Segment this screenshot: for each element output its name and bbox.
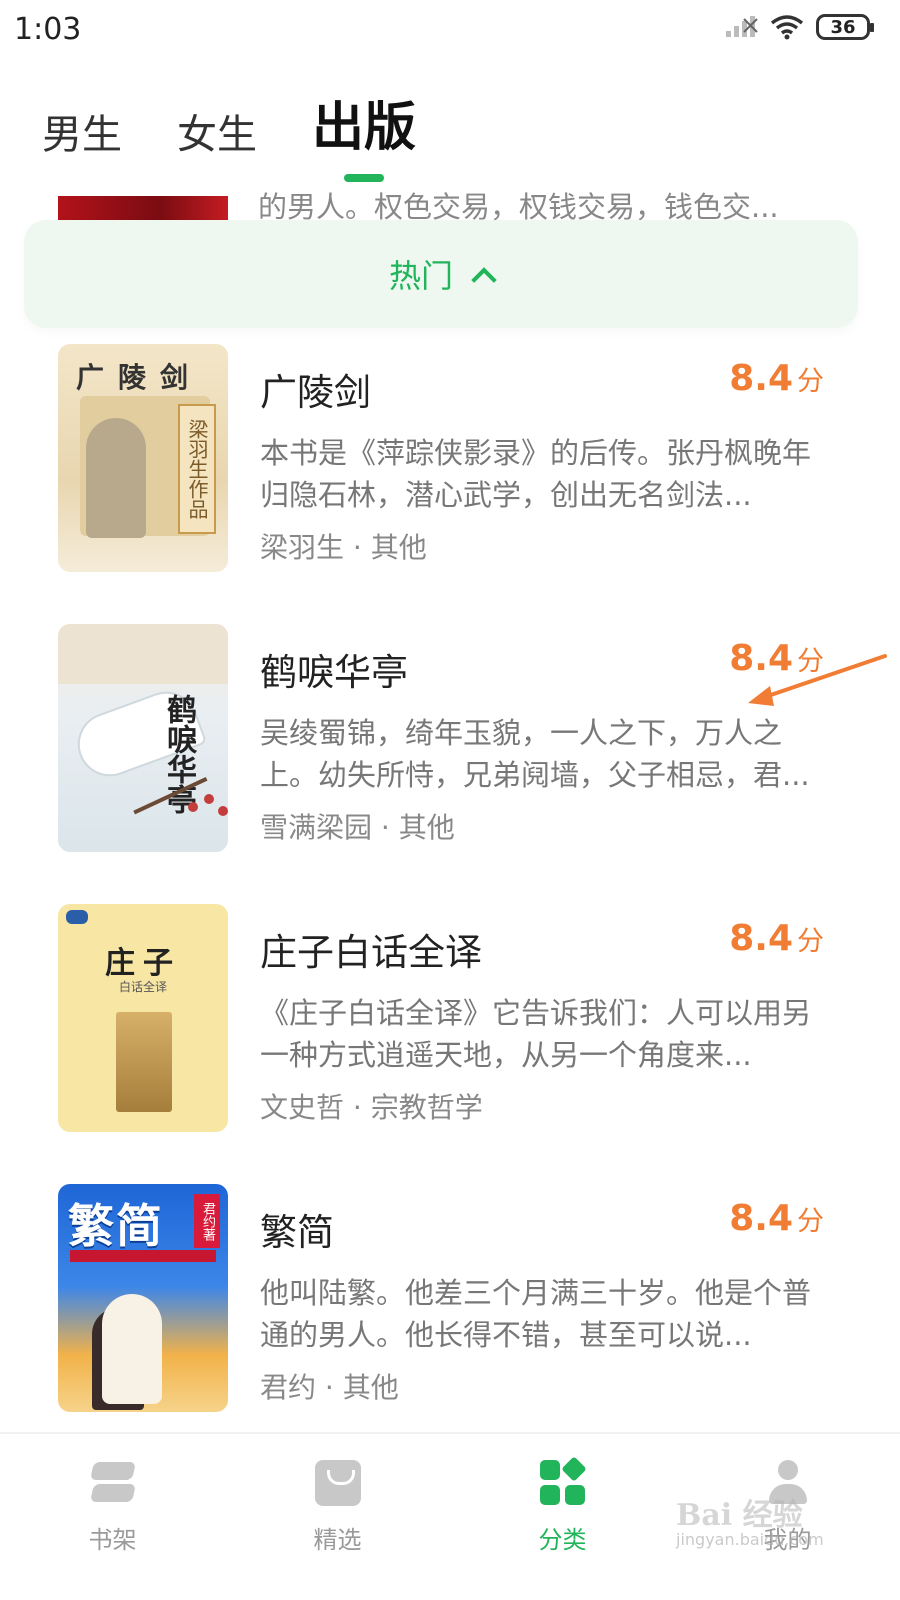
category-grid-icon xyxy=(539,1456,587,1506)
book-list: 广陵剑 梁羽生作品 广陵剑 8.4 分 本书是《萍踪侠影录》的后传。张丹枫晚年归隐… xyxy=(0,344,900,1464)
book-description: 吴绫蜀锦，绮年玉貌，一人之下，万人之上。幼失所恃，兄弟阋墙，父子相忌，君... xyxy=(260,716,810,792)
publisher-logo xyxy=(66,910,88,924)
nav-profile[interactable]: 我的 xyxy=(675,1434,900,1600)
tab-publish[interactable]: 出版 xyxy=(312,85,416,182)
book-description: 本书是《萍踪侠影录》的后传。张丹枫晚年归隐石林，潜心武学，创出无名剑法... xyxy=(260,436,812,512)
nav-featured[interactable]: 精选 xyxy=(225,1434,450,1600)
cover-band xyxy=(58,624,228,684)
book-cover: 繁简 君约著 xyxy=(58,1184,228,1412)
user-icon xyxy=(765,1460,811,1506)
book-title: 庄子白话全译 xyxy=(260,931,482,974)
annotation-arrow-icon xyxy=(748,654,887,706)
cover-illustration xyxy=(102,1294,162,1404)
cover-subtitle: 白话全译 xyxy=(118,980,167,994)
status-icons: 36 xyxy=(724,14,874,40)
bottom-nav: 书架 精选 分类 我的 xyxy=(0,1432,900,1600)
cover-art xyxy=(116,1012,172,1112)
nav-label: 我的 xyxy=(763,1526,812,1554)
nav-label: 精选 xyxy=(313,1526,362,1554)
book-description: 《庄子白话全译》它告诉我们：人可以用另一种方式逍遥天地，从另一个角度来... xyxy=(260,996,812,1072)
book-meta: 文史哲 · 宗教哲学 xyxy=(260,1091,483,1124)
score-unit: 分 xyxy=(797,926,824,957)
cover-banner xyxy=(70,1250,216,1262)
battery-icon: 36 xyxy=(816,14,874,40)
nav-bookshelf[interactable]: 书架 xyxy=(0,1434,225,1600)
cover-title: 广陵剑 xyxy=(76,361,203,394)
score-value: 8.4 xyxy=(729,1198,793,1239)
list-item[interactable]: 广陵剑 梁羽生作品 广陵剑 8.4 分 本书是《萍踪侠影录》的后传。张丹枫晚年归隐… xyxy=(0,344,900,624)
nav-label: 书架 xyxy=(88,1526,137,1554)
book-score: 8.4 分 xyxy=(729,918,824,959)
book-cover: 广陵剑 梁羽生作品 xyxy=(58,344,228,572)
hot-filter-toggle[interactable]: 热门 xyxy=(24,220,858,328)
book-meta: 雪满梁园 · 其他 xyxy=(260,811,455,844)
book-score: 8.4 分 xyxy=(729,1198,824,1239)
book-meta: 君约 · 其他 xyxy=(260,1371,399,1404)
bookshelf-icon xyxy=(90,1460,136,1506)
cover-flowers xyxy=(188,802,198,812)
book-score: 8.4 分 xyxy=(729,358,824,399)
book-cover: 鹤唳华亭 xyxy=(58,624,228,852)
chevron-up-icon xyxy=(471,263,493,285)
nav-category[interactable]: 分类 xyxy=(450,1434,675,1600)
nav-label: 分类 xyxy=(538,1526,587,1554)
tab-male[interactable]: 男生 xyxy=(42,102,122,182)
cover-figure xyxy=(86,418,146,538)
book-title: 鹤唳华亭 xyxy=(260,651,408,694)
list-item[interactable]: 繁简 君约著 繁简 8.4 分 他叫陆繁。他差三个月满三十岁。他是个普通的男人。他… xyxy=(0,1184,900,1464)
cover-tag: 君约著 xyxy=(194,1194,220,1248)
book-description: 他叫陆繁。他差三个月满三十岁。他是个普通的男人。他长得不错，甚至可以说... xyxy=(260,1276,812,1352)
filter-label: 热门 xyxy=(388,257,453,295)
score-value: 8.4 xyxy=(729,358,793,399)
cover-title: 庄子 xyxy=(105,946,181,981)
tab-female[interactable]: 女生 xyxy=(177,102,257,182)
book-title: 繁简 xyxy=(260,1211,334,1254)
signal-icon xyxy=(726,16,758,37)
book-cover: 庄子 白话全译 xyxy=(58,904,228,1132)
cover-author: 梁羽生作品 xyxy=(178,404,216,534)
status-time: 1:03 xyxy=(14,12,82,47)
wifi-icon xyxy=(770,15,804,40)
status-bar: 1:03 36 xyxy=(0,0,900,60)
book-meta: 梁羽生 · 其他 xyxy=(260,531,427,564)
score-value: 8.4 xyxy=(729,918,793,959)
score-unit: 分 xyxy=(797,366,824,397)
book-title: 广陵剑 xyxy=(260,371,371,414)
cover-title: 繁简 xyxy=(68,1199,164,1253)
list-item[interactable]: 庄子 白话全译 庄子白话全译 8.4 分 《庄子白话全译》它告诉我们：人可以用另一… xyxy=(0,904,900,1184)
score-unit: 分 xyxy=(797,1206,824,1237)
shopping-bag-icon xyxy=(314,1460,361,1506)
category-tabs: 男生 女生 出版 xyxy=(42,92,471,182)
